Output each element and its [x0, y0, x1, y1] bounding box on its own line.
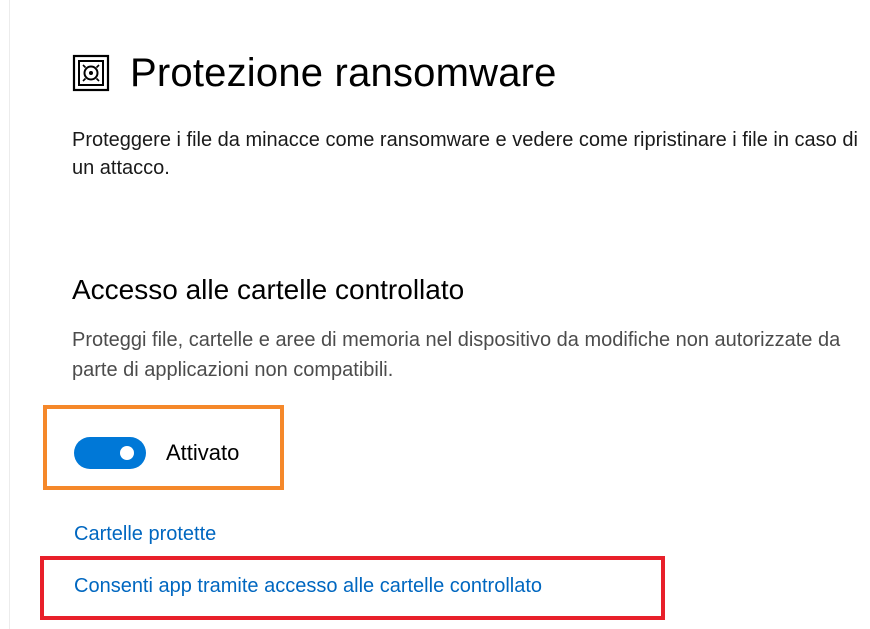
- toggle-switch[interactable]: [74, 437, 146, 469]
- toggle-label: Attivato: [166, 440, 240, 465]
- allow-app-link[interactable]: Consenti app tramite accesso alle cartel…: [74, 575, 542, 598]
- section-title: Accesso alle cartelle controllato: [72, 274, 465, 305]
- left-divider: [9, 0, 10, 629]
- page-header: Protezione ransomware: [72, 46, 557, 100]
- toggle-knob: [120, 446, 134, 460]
- ransomware-protection-page: Protezione ransomware Proteggere i file …: [0, 0, 870, 629]
- protected-folders-link[interactable]: Cartelle protette: [74, 523, 216, 546]
- ransomware-shield-icon: [72, 54, 110, 92]
- controlled-folder-access-toggle[interactable]: Attivato: [74, 437, 239, 469]
- page-title: Protezione ransomware: [130, 50, 557, 95]
- section-description: Proteggi file, cartelle e aree di memori…: [72, 329, 841, 381]
- intro-description: Proteggere i file da minacce come ransom…: [72, 129, 858, 179]
